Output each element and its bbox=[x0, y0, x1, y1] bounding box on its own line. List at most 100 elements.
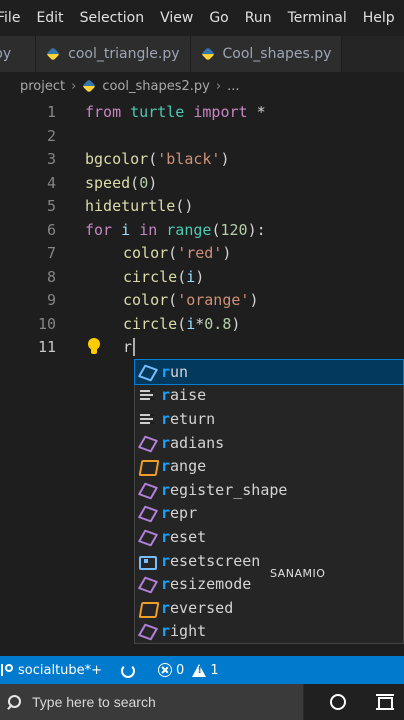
suggestion-item[interactable]: range bbox=[135, 454, 403, 478]
code-line: 8 circle(i) bbox=[0, 265, 404, 289]
line-number: 10 bbox=[37, 314, 56, 333]
breadcrumb-file[interactable]: cool_shapes2.py bbox=[102, 79, 210, 94]
menu-bar: File Edit Selection View Go Run Terminal… bbox=[0, 0, 404, 36]
line-number: 8 bbox=[46, 267, 56, 286]
line-number: 9 bbox=[46, 291, 56, 309]
suggestion-item[interactable]: repr bbox=[135, 502, 403, 526]
status-remote[interactable]: socialtube*+ bbox=[0, 663, 102, 678]
editor-tab-bar: py cool_triangle.py Cool_shapes.py bbox=[0, 36, 404, 72]
chevron-right-icon: › bbox=[215, 78, 222, 94]
code-text: bgcolor('black') bbox=[85, 150, 230, 168]
keyword-icon bbox=[139, 387, 155, 403]
lightbulb-icon[interactable] bbox=[86, 338, 102, 356]
suggestion-item[interactable]: resizemode bbox=[135, 572, 403, 596]
python-file-icon bbox=[82, 79, 96, 93]
error-icon bbox=[158, 663, 173, 677]
breadcrumb: project › cool_shapes2.py › ... bbox=[0, 72, 404, 100]
class-icon bbox=[139, 600, 155, 616]
suggestion-item[interactable]: resetscreen bbox=[135, 549, 403, 573]
code-line: 6 for i in range(120): bbox=[0, 218, 404, 242]
suggestion-item[interactable]: return bbox=[135, 407, 403, 431]
breadcrumb-more[interactable]: ... bbox=[227, 79, 239, 94]
watermark: SANAMIO bbox=[270, 567, 326, 580]
autocomplete-suggestions: run raise return radians range register_… bbox=[134, 359, 404, 644]
line-number: 7 bbox=[46, 244, 56, 262]
line-number: 11 bbox=[37, 338, 56, 356]
code-line: 2 bbox=[0, 124, 404, 148]
code-line-active: 11 r bbox=[0, 335, 404, 359]
code-text: circle(i) bbox=[123, 267, 205, 286]
code-line: 5 hideturtle() bbox=[0, 194, 404, 218]
cortana-icon[interactable] bbox=[330, 694, 346, 710]
python-file-icon bbox=[46, 47, 60, 61]
menu-run[interactable]: Run bbox=[237, 10, 280, 26]
variable-icon bbox=[139, 553, 157, 570]
menu-file[interactable]: File bbox=[0, 10, 28, 26]
tab-partial[interactable]: py bbox=[0, 36, 37, 72]
tab-cool-triangle[interactable]: cool_triangle.py bbox=[36, 36, 191, 72]
method-icon bbox=[139, 435, 155, 451]
task-view-icon[interactable] bbox=[376, 694, 394, 710]
source-control-icon bbox=[0, 663, 13, 677]
line-number: 6 bbox=[46, 220, 56, 239]
suggestion-item[interactable]: right bbox=[135, 620, 403, 644]
line-number: 1 bbox=[46, 103, 56, 121]
tab-label: cool_triangle.py bbox=[68, 46, 180, 62]
suggestion-item[interactable]: register_shape bbox=[135, 478, 403, 502]
search-placeholder: Type here to search bbox=[32, 694, 156, 710]
tab-label: py bbox=[0, 46, 12, 62]
tab-label: Cool_shapes.py bbox=[222, 46, 332, 62]
line-number: 2 bbox=[46, 126, 56, 145]
code-text: circle(i*0.8) bbox=[123, 314, 241, 333]
warning-count: 1 bbox=[210, 662, 219, 678]
menu-edit[interactable]: Edit bbox=[28, 10, 71, 26]
code-text: color('orange') bbox=[123, 291, 259, 309]
breadcrumb-folder[interactable]: project bbox=[20, 79, 65, 94]
code-line: 3 bgcolor('black') bbox=[0, 147, 404, 171]
code-line: 9 color('orange') bbox=[0, 288, 404, 312]
menu-view[interactable]: View bbox=[152, 10, 201, 26]
method-icon bbox=[139, 482, 155, 498]
taskbar-search[interactable]: Type here to search bbox=[0, 684, 304, 720]
class-icon bbox=[139, 458, 155, 474]
windows-taskbar: Type here to search bbox=[0, 684, 404, 720]
method-icon bbox=[139, 576, 155, 592]
menu-help[interactable]: Help bbox=[355, 10, 403, 26]
suggestion-item[interactable]: radians bbox=[135, 431, 403, 455]
line-number: 5 bbox=[46, 197, 56, 215]
warning-icon bbox=[192, 663, 207, 677]
python-file-icon bbox=[201, 47, 215, 61]
code-text: from turtle import * bbox=[85, 103, 266, 121]
method-icon bbox=[139, 505, 155, 521]
sync-icon[interactable] bbox=[120, 663, 136, 678]
code-line: 1 from turtle import * bbox=[0, 100, 404, 124]
code-text: for i in range(120): bbox=[85, 220, 266, 239]
status-bar: socialtube*+ 0 1 bbox=[0, 656, 404, 684]
line-number: 4 bbox=[46, 173, 56, 192]
cube-icon bbox=[139, 364, 155, 380]
line-number: 3 bbox=[46, 150, 56, 168]
text-cursor bbox=[133, 338, 136, 357]
status-remote-label: socialtube*+ bbox=[18, 662, 103, 678]
search-icon bbox=[6, 694, 22, 710]
keyword-icon bbox=[139, 411, 155, 427]
code-line: 4 speed(0) bbox=[0, 171, 404, 195]
code-line: 7 color('red') bbox=[0, 241, 404, 265]
code-text: hideturtle() bbox=[85, 197, 194, 215]
tab-cool-shapes[interactable]: Cool_shapes.py bbox=[190, 36, 343, 72]
status-problems[interactable]: 0 1 bbox=[158, 663, 219, 678]
menu-terminal[interactable]: Terminal bbox=[280, 10, 355, 26]
menu-go[interactable]: Go bbox=[201, 10, 236, 26]
suggestion-item[interactable]: run bbox=[134, 359, 404, 385]
code-text: r bbox=[123, 338, 136, 357]
suggestion-item[interactable]: raise bbox=[135, 384, 403, 408]
suggestion-item[interactable]: reversed bbox=[135, 596, 403, 620]
method-icon bbox=[139, 623, 155, 639]
suggestion-item[interactable]: reset bbox=[135, 525, 403, 549]
error-count: 0 bbox=[176, 662, 185, 678]
menu-selection[interactable]: Selection bbox=[72, 10, 153, 26]
method-icon bbox=[139, 529, 155, 545]
code-text: speed(0) bbox=[85, 173, 158, 192]
chevron-right-icon: › bbox=[71, 78, 77, 94]
code-line: 10 circle(i*0.8) bbox=[0, 312, 404, 336]
